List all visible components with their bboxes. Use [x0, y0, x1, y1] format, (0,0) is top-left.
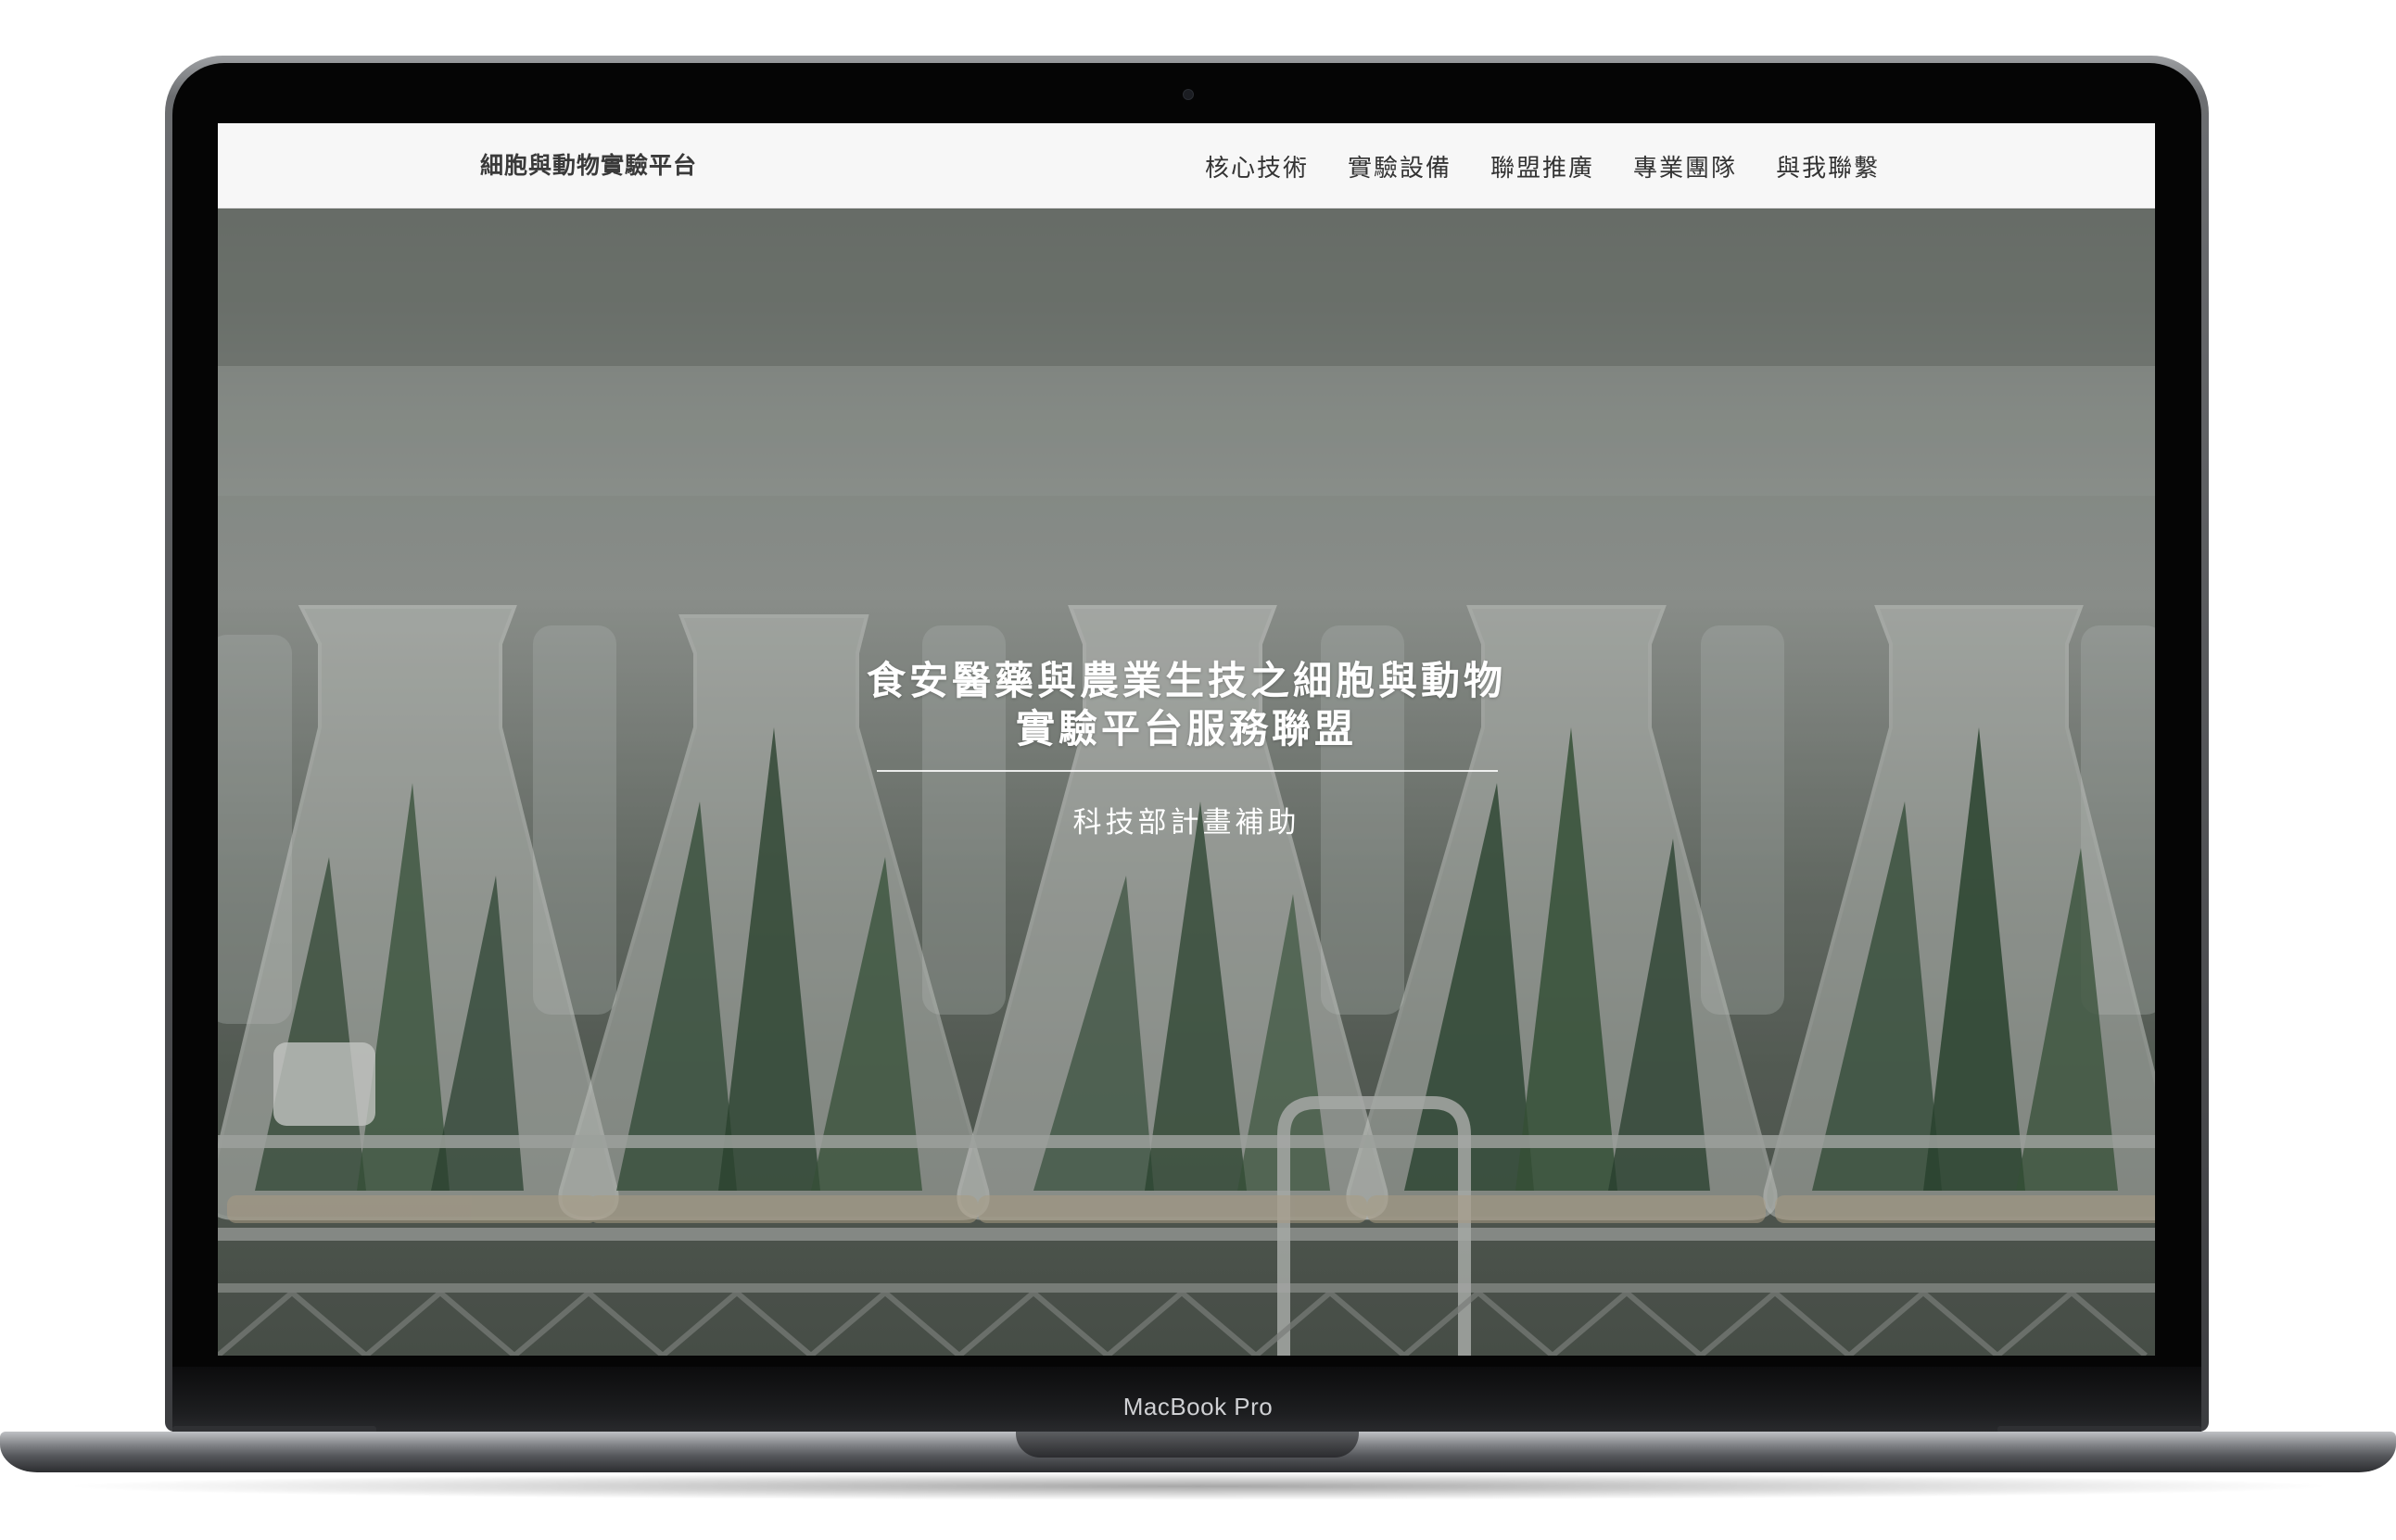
main-nav: 核心技術 實驗設備 聯盟推廣 專業團隊 與我聯繫	[1205, 123, 1880, 208]
laptop-mockup: 細胞與動物實驗平台 核心技術 實驗設備 聯盟推廣 專業團隊 與我聯繫 食安醫藥與…	[0, 0, 2396, 1540]
hero-title-line-2: 實驗平台服務聯盟	[1015, 706, 1357, 751]
site-header: 細胞與動物實驗平台 核心技術 實驗設備 聯盟推廣 專業團隊 與我聯繫	[218, 123, 2155, 208]
hero-divider	[877, 770, 1498, 772]
nav-item-team[interactable]: 專業團隊	[1633, 149, 1737, 183]
nav-item-equipment[interactable]: 實驗設備	[1348, 149, 1452, 183]
nav-item-contact[interactable]: 與我聯繫	[1776, 149, 1880, 183]
trackpad-notch	[1016, 1432, 1359, 1458]
hero-text-block: 食安醫藥與農業生技之細胞與動物 實驗平台服務聯盟 科技部計畫補助	[218, 208, 2155, 1356]
browser-screen: 細胞與動物實驗平台 核心技術 實驗設備 聯盟推廣 專業團隊 與我聯繫 食安醫藥與…	[218, 123, 2155, 1356]
site-brand[interactable]: 細胞與動物實驗平台	[480, 123, 697, 208]
camera-icon	[1183, 89, 1194, 100]
nav-item-core-tech[interactable]: 核心技術	[1205, 149, 1309, 183]
device-label: MacBook Pro	[1122, 1393, 1274, 1420]
hero-subtitle: 科技部計畫補助	[1072, 806, 1300, 839]
hero-title-line-1: 食安醫藥與農業生技之細胞與動物	[866, 658, 1506, 703]
hero-title: 食安醫藥與農業生技之細胞與動物 實驗平台服務聯盟	[218, 657, 2155, 753]
base-shadow	[56, 1472, 2340, 1500]
hero-banner: 食安醫藥與農業生技之細胞與動物 實驗平台服務聯盟 科技部計畫補助	[218, 208, 2155, 1356]
nav-item-alliance[interactable]: 聯盟推廣	[1490, 149, 1594, 183]
